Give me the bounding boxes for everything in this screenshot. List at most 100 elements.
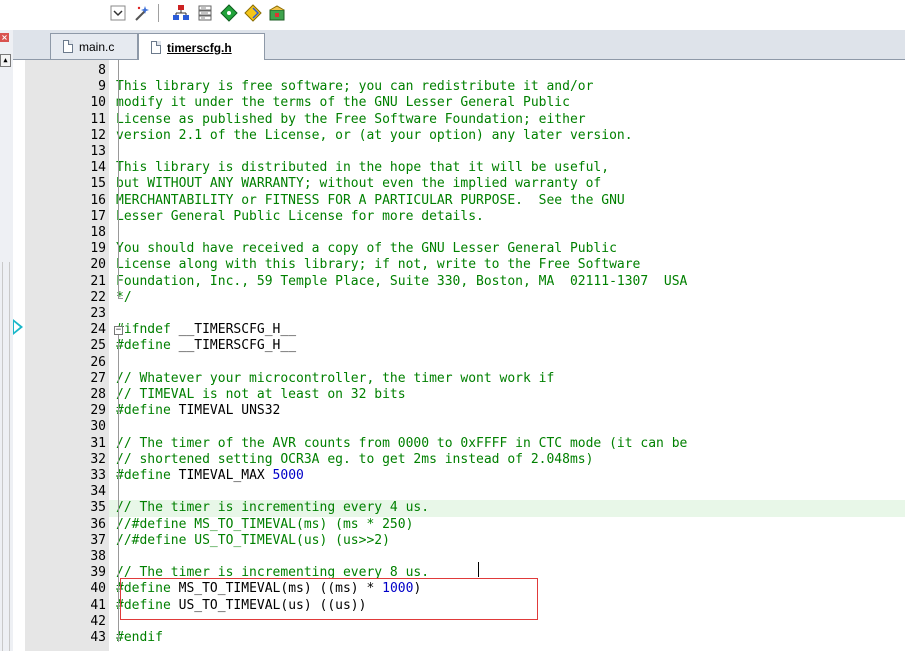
code-line[interactable]: 10 modify it under the terms of the GNU L… <box>13 95 905 111</box>
code-line[interactable]: 25 #define __TIMERSCFG_H__ <box>13 338 905 354</box>
code-line[interactable]: 29 #define TIMEVAL UNS32 <box>13 403 905 419</box>
line-number: 34 <box>90 484 106 500</box>
file-icon <box>63 40 73 53</box>
code-token: modify it under the terms of the GNU Les… <box>116 95 570 111</box>
hierarchy-icon[interactable] <box>171 2 191 24</box>
fold-collapse-icon[interactable]: − <box>114 325 123 335</box>
code-line[interactable]: 28 // TIMEVAL is not at least on 32 bits <box>13 387 905 403</box>
line-number: 43 <box>90 630 106 645</box>
code-token: //#define US_TO_TIMEVAL(us) (us>>2) <box>116 532 390 548</box>
line-number: 23 <box>90 306 106 321</box>
code-line[interactable]: 43 #endif <box>13 630 905 646</box>
line-number: 27 <box>90 370 106 386</box>
code-token: 5000 <box>272 468 304 483</box>
code-line[interactable]: 14 This library is distributed in the hop… <box>13 160 905 176</box>
line-code: #define __TIMERSCFG_H__ <box>116 338 296 354</box>
line-code: Lesser General Public License for more d… <box>116 209 484 225</box>
line-number: 9 <box>98 79 106 95</box>
code-line[interactable]: 24 #ifndef __TIMERSCFG_H__ <box>13 322 905 338</box>
code-token: This library is distributed in the hope … <box>116 160 610 176</box>
code-line[interactable]: 32 // shortened setting OCR3A eg. to get … <box>13 452 905 468</box>
code-line[interactable]: 36 //#define MS_TO_TIMEVAL(ms) (ms * 250) <box>13 517 905 533</box>
code-line[interactable]: 12 version 2.1 of the License, or (at you… <box>13 128 905 144</box>
line-number: 12 <box>90 127 106 143</box>
tab-label: main.c <box>79 39 115 54</box>
line-number: 32 <box>90 451 106 467</box>
code-line[interactable]: 23 <box>13 306 905 322</box>
code-line[interactable]: 21 Foundation, Inc., 59 Temple Place, Sui… <box>13 274 905 290</box>
line-number: 29 <box>90 403 106 419</box>
yellow-diamond-icon[interactable] <box>243 2 263 24</box>
code-line[interactable]: 27 // Whatever your microcontroller, the … <box>13 371 905 387</box>
code-token: Lesser General Public License for more d… <box>116 208 484 224</box>
code-editor[interactable]: 8 9 This library is free software; you can… <box>13 60 905 651</box>
line-number: 37 <box>90 532 106 548</box>
package-icon[interactable] <box>267 2 287 24</box>
code-token: #ifndef <box>116 322 171 338</box>
close-icon[interactable]: × <box>0 33 9 42</box>
code-line[interactable]: 19 You should have received a copy of the… <box>13 241 905 257</box>
text-caret <box>478 562 479 577</box>
line-number: 24 <box>90 322 106 338</box>
line-number: 11 <box>90 111 106 127</box>
code-line[interactable]: 33 #define TIMEVAL_MAX 5000 <box>13 468 905 484</box>
tab-timerscfg-h[interactable]: timerscfg.h <box>138 33 265 61</box>
code-line[interactable]: 13 <box>13 144 905 160</box>
line-number: 26 <box>90 354 106 370</box>
line-number: 35 <box>90 500 106 516</box>
code-token: __TIMERSCFG_H__ <box>170 322 297 338</box>
code-line[interactable]: 38 <box>13 549 905 565</box>
annotation-highlight-box <box>120 578 538 620</box>
code-line[interactable]: 16 MERCHANTABILITY or FITNESS FOR A PARTI… <box>13 193 905 209</box>
line-code: License along with this library; if not,… <box>116 257 640 273</box>
line-code: version 2.1 of the License, or (at your … <box>116 128 633 144</box>
line-number: 31 <box>90 435 106 451</box>
code-line[interactable]: 9 This library is free software; you can … <box>13 79 905 95</box>
code-line[interactable]: 18 <box>13 225 905 241</box>
code-line[interactable]: 17 Lesser General Public License for more… <box>13 209 905 225</box>
line-number: 19 <box>90 241 106 257</box>
line-number: 10 <box>90 95 106 111</box>
code-line[interactable]: 8 <box>13 63 905 79</box>
magic-wand-icon[interactable] <box>132 2 152 24</box>
line-code: #ifndef __TIMERSCFG_H__ <box>116 322 296 338</box>
line-number: 21 <box>90 273 106 289</box>
green-diamond-icon[interactable] <box>219 2 239 24</box>
line-code: // Whatever your microcontroller, the ti… <box>116 371 554 387</box>
code-token: #define <box>116 468 171 483</box>
code-line[interactable]: 35 // The timer is incrementing every 4 u… <box>13 500 905 517</box>
code-line[interactable]: 30 <box>13 419 905 435</box>
line-number: 39 <box>90 565 106 581</box>
panel-scrollbar[interactable] <box>2 262 10 651</box>
line-code: //#define MS_TO_TIMEVAL(ms) (ms * 250) <box>116 517 413 533</box>
dropdown-arrow-icon[interactable] <box>108 2 128 24</box>
code-token: #define <box>116 338 171 354</box>
line-number: 18 <box>90 225 106 240</box>
line-code: This library is distributed in the hope … <box>116 160 609 176</box>
stack-icon[interactable] <box>195 2 215 24</box>
scroll-up-button[interactable]: ▲ <box>0 54 11 67</box>
code-line[interactable]: 22 */ <box>13 290 905 306</box>
toolbar-separator <box>158 4 159 22</box>
line-code: Foundation, Inc., 59 Temple Place, Suite… <box>116 274 687 290</box>
editor-tab-bar: main.c timerscfg.h <box>13 30 905 61</box>
line-code: MERCHANTABILITY or FITNESS FOR A PARTICU… <box>116 193 625 209</box>
code-token: TIMEVAL_MAX <box>170 468 273 483</box>
line-number: 42 <box>90 613 106 629</box>
code-token: version 2.1 of the License, or (at your … <box>116 127 633 143</box>
code-token: #endif <box>116 630 163 645</box>
tab-main-c[interactable]: main.c <box>50 33 138 59</box>
code-line[interactable]: 31 // The timer of the AVR counts from 00… <box>13 436 905 452</box>
code-line[interactable]: 15 but WITHOUT ANY WARRANTY; without even… <box>13 176 905 192</box>
code-line[interactable]: 37 //#define US_TO_TIMEVAL(us) (us>>2) <box>13 533 905 549</box>
file-icon <box>151 41 161 54</box>
code-token: // The timer is incrementing every 4 us. <box>116 500 430 516</box>
code-line[interactable]: 20 License along with this library; if no… <box>13 257 905 273</box>
code-line[interactable]: 34 <box>13 484 905 500</box>
line-code: //#define US_TO_TIMEVAL(us) (us>>2) <box>116 533 390 549</box>
tab-label: timerscfg.h <box>167 40 232 55</box>
code-line[interactable]: 26 <box>13 355 905 371</box>
code-token: This library is free software; you can r… <box>116 79 594 95</box>
code-line[interactable]: 11 License as published by the Free Softw… <box>13 112 905 128</box>
line-code: modify it under the terms of the GNU Les… <box>116 95 570 111</box>
